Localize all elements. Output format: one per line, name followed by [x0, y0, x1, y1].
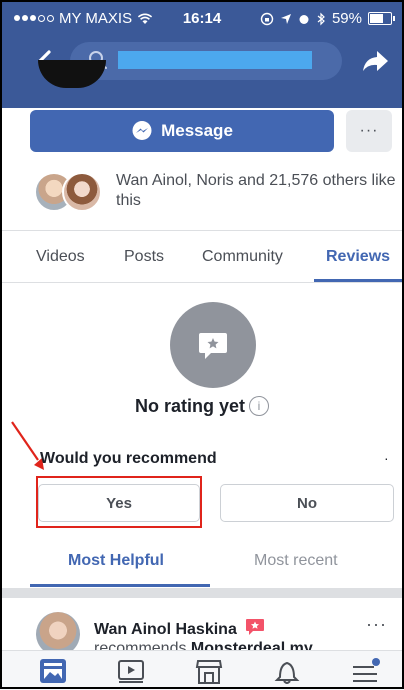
- recommend-badge-icon: [246, 619, 265, 635]
- post-more-button[interactable]: ···: [366, 614, 387, 635]
- status-right: 59%: [260, 10, 395, 27]
- reviewer-name[interactable]: Wan Ainol Haskina: [94, 621, 237, 638]
- divider: [0, 282, 404, 283]
- red-highlight-box: [36, 476, 202, 528]
- top-bar: MY MAXIS 16:14 59%: [0, 0, 404, 108]
- search-bar[interactable]: [70, 42, 342, 80]
- message-button[interactable]: Message: [30, 110, 334, 152]
- likes-text: Wan Ainol, Noris and 21,576 others like …: [116, 172, 396, 209]
- section-divider: [0, 588, 404, 598]
- recommend-question: Would you recommend: [40, 450, 217, 467]
- search-input[interactable]: [118, 51, 312, 69]
- active-sort-indicator: [30, 584, 210, 587]
- no-rating-text: No rating yet: [134, 396, 245, 416]
- marketplace-icon[interactable]: [194, 657, 224, 685]
- info-icon[interactable]: i: [249, 396, 269, 416]
- bluetooth-icon: [317, 12, 325, 25]
- bottom-nav: [0, 650, 404, 690]
- overflow-dot: ·: [384, 450, 389, 466]
- battery-percent: 59%: [331, 10, 362, 27]
- notifications-bell-icon[interactable]: [272, 657, 302, 685]
- review-placeholder: [170, 302, 256, 388]
- tab-community[interactable]: Community: [202, 248, 283, 266]
- reviewer-name-line: Wan Ainol Haskina: [94, 618, 265, 639]
- share-arrow-icon[interactable]: [360, 46, 390, 76]
- divider: [0, 230, 404, 231]
- lock-rotation-icon: [260, 12, 274, 25]
- menu-icon[interactable]: [350, 657, 380, 685]
- more-options-button[interactable]: ···: [346, 110, 392, 152]
- alarm-icon: [299, 14, 309, 24]
- tab-reviews[interactable]: Reviews: [326, 248, 390, 266]
- likes-summary[interactable]: Wan Ainol, Noris and 21,576 others like …: [34, 170, 396, 214]
- review-sort-tabs: Most Helpful Most recent: [0, 540, 404, 588]
- page-tabs: Videos Posts Community Reviews: [0, 232, 404, 282]
- tab-most-helpful[interactable]: Most Helpful: [68, 552, 164, 570]
- friend-avatars: [34, 172, 104, 212]
- message-label: Message: [161, 121, 233, 140]
- no-rating-label: No rating yet i: [0, 396, 404, 417]
- battery-icon: [368, 12, 395, 25]
- tab-posts[interactable]: Posts: [124, 248, 164, 266]
- star-speech-bubble-icon: [199, 333, 227, 359]
- video-icon[interactable]: [116, 657, 146, 685]
- tab-videos[interactable]: Videos: [36, 248, 85, 266]
- tab-most-recent[interactable]: Most recent: [254, 552, 338, 570]
- news-feed-icon[interactable]: [38, 657, 68, 685]
- avatar: [62, 172, 102, 212]
- location-icon: [280, 13, 291, 24]
- messenger-icon: [132, 121, 152, 140]
- status-bar: MY MAXIS 16:14 59%: [0, 6, 404, 30]
- no-button[interactable]: No: [220, 484, 394, 522]
